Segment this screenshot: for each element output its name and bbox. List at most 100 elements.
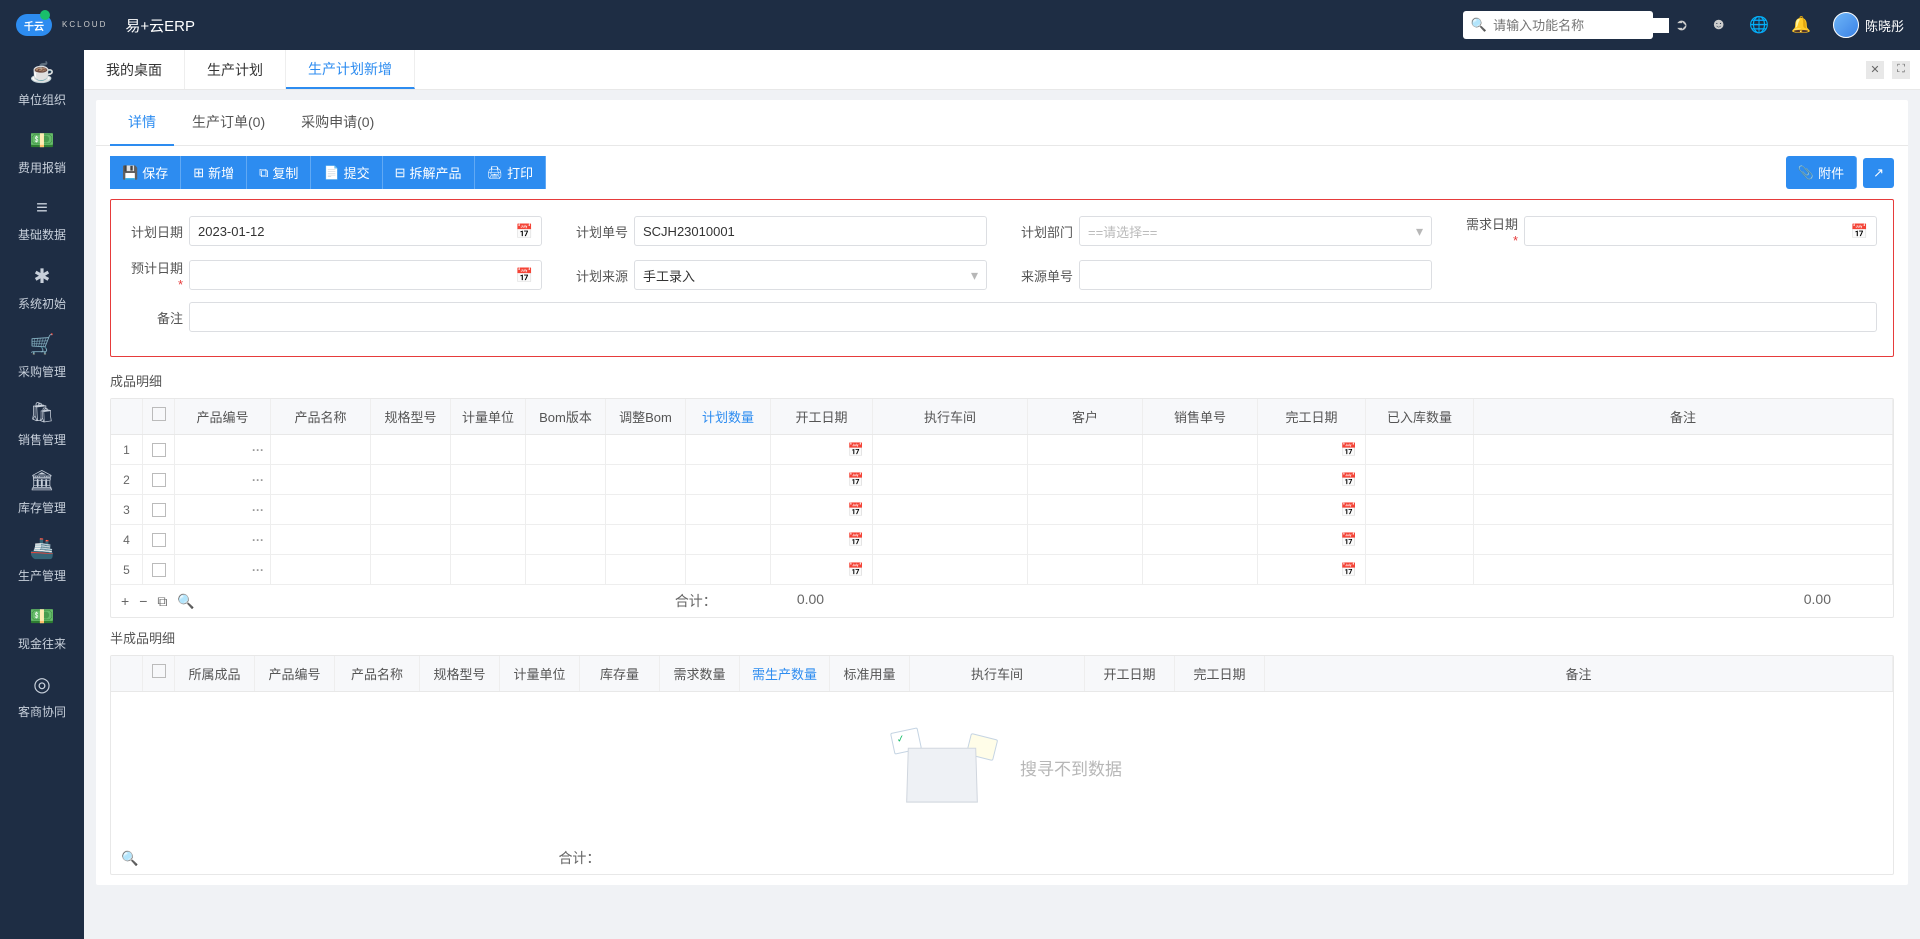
copy-button[interactable]: ⧉复制 xyxy=(247,156,311,189)
cell-in[interactable] xyxy=(1366,435,1474,464)
col-unit2[interactable]: 计量单位 xyxy=(500,656,580,691)
col-check[interactable] xyxy=(143,399,175,434)
cell-shop[interactable] xyxy=(873,435,1028,464)
cell-name[interactable] xyxy=(271,555,371,584)
cell-remark[interactable] xyxy=(1474,435,1893,464)
logo[interactable]: 千云 KCLOUD xyxy=(16,10,107,40)
col-so[interactable]: 销售单号 xyxy=(1143,399,1258,434)
col-spec2[interactable]: 规格型号 xyxy=(420,656,500,691)
cell-code[interactable]: ··· xyxy=(175,555,271,584)
compass-icon[interactable]: ➲ xyxy=(1675,15,1688,35)
cell-adj[interactable] xyxy=(606,465,686,494)
globe-icon[interactable]: 🌐 xyxy=(1749,15,1769,35)
sidebar-item-org[interactable]: ☕单位组织 xyxy=(0,50,84,118)
cell-code[interactable]: ··· xyxy=(175,435,271,464)
cell-in[interactable] xyxy=(1366,465,1474,494)
cell-so[interactable] xyxy=(1143,435,1258,464)
subtab-orders[interactable]: 生产订单(0) xyxy=(174,100,283,145)
col-workshop[interactable]: 执行车间 xyxy=(873,399,1028,434)
cell-remark[interactable] xyxy=(1474,465,1893,494)
lookup-icon[interactable]: ··· xyxy=(252,503,264,517)
cell-shop[interactable] xyxy=(873,525,1028,554)
table-row[interactable]: 4···📅📅 xyxy=(111,525,1893,555)
search-input[interactable]: 🔍 xyxy=(1463,11,1653,39)
remark-input[interactable] xyxy=(189,302,1877,332)
subtab-detail[interactable]: 详情 xyxy=(110,100,174,146)
col-check[interactable] xyxy=(143,656,175,691)
cell-shop[interactable] xyxy=(873,495,1028,524)
lookup-icon[interactable]: ··· xyxy=(252,443,264,457)
copy-row-icon[interactable]: ⧉ xyxy=(157,593,167,610)
cell-name[interactable] xyxy=(271,465,371,494)
cell-remark[interactable] xyxy=(1474,495,1893,524)
cell-cust[interactable] xyxy=(1028,465,1143,494)
print-button[interactable]: 🖨打印 xyxy=(475,156,547,189)
col-name2[interactable]: 产品名称 xyxy=(335,656,420,691)
col-spec[interactable]: 规格型号 xyxy=(371,399,451,434)
col-start[interactable]: 开工日期 xyxy=(771,399,873,434)
row-check[interactable] xyxy=(143,465,175,494)
remove-row-icon[interactable]: − xyxy=(139,593,147,609)
search-field[interactable] xyxy=(1493,18,1669,33)
cell-adj[interactable] xyxy=(606,435,686,464)
cell-start[interactable]: 📅 xyxy=(771,465,873,494)
cell-unit[interactable] xyxy=(451,495,526,524)
cell-name[interactable] xyxy=(271,435,371,464)
sidebar-item-production[interactable]: 🚢生产管理 xyxy=(0,526,84,594)
expect-date-input[interactable]: 📅 xyxy=(189,260,542,290)
cell-code[interactable]: ··· xyxy=(175,465,271,494)
cell-spec[interactable] xyxy=(371,495,451,524)
col-unit[interactable]: 计量单位 xyxy=(451,399,526,434)
sidebar-item-cash[interactable]: 💵现金往来 xyxy=(0,594,84,662)
cell-adj[interactable] xyxy=(606,555,686,584)
cell-in[interactable] xyxy=(1366,525,1474,554)
plan-date-input[interactable]: 2023-01-12📅 xyxy=(189,216,542,246)
break-button[interactable]: ⊟拆解产品 xyxy=(383,156,475,189)
cell-remark[interactable] xyxy=(1474,525,1893,554)
cell-done[interactable]: 📅 xyxy=(1258,465,1366,494)
sidebar-item-expense[interactable]: 💵费用报销 xyxy=(0,118,84,186)
col-std[interactable]: 标准用量 xyxy=(830,656,910,691)
search-row-icon[interactable]: 🔍 xyxy=(177,593,194,610)
cell-shop[interactable] xyxy=(873,555,1028,584)
cell-in[interactable] xyxy=(1366,495,1474,524)
col-code[interactable]: 产品编号 xyxy=(175,399,271,434)
cell-remark[interactable] xyxy=(1474,555,1893,584)
cell-unit[interactable] xyxy=(451,555,526,584)
sidebar-item-stock[interactable]: 🏛库存管理 xyxy=(0,458,84,526)
new-button[interactable]: ⊞新增 xyxy=(181,156,247,189)
search-row-icon[interactable]: 🔍 xyxy=(121,850,138,867)
srcno-input[interactable] xyxy=(1079,260,1432,290)
source-select[interactable]: 手工录入▾ xyxy=(634,260,987,290)
col-code2[interactable]: 产品编号 xyxy=(255,656,335,691)
row-check[interactable] xyxy=(143,555,175,584)
cell-qty[interactable] xyxy=(686,525,771,554)
cell-bom[interactable] xyxy=(526,495,606,524)
col-parent[interactable]: 所属成品 xyxy=(175,656,255,691)
cell-spec[interactable] xyxy=(371,525,451,554)
cell-so[interactable] xyxy=(1143,525,1258,554)
share-button[interactable]: ↗ xyxy=(1863,158,1894,188)
row-check[interactable] xyxy=(143,435,175,464)
cell-adj[interactable] xyxy=(606,525,686,554)
sidebar-item-sales[interactable]: 🛍销售管理 xyxy=(0,390,84,458)
row-check[interactable] xyxy=(143,495,175,524)
attach-button[interactable]: 📎附件 xyxy=(1786,156,1857,189)
expand-icon[interactable]: ⛶ xyxy=(1892,61,1910,79)
plan-no-input[interactable]: SCJH23010001 xyxy=(634,216,987,246)
cell-done[interactable]: 📅 xyxy=(1258,495,1366,524)
col-in[interactable]: 已入库数量 xyxy=(1366,399,1474,434)
cell-qty[interactable] xyxy=(686,495,771,524)
col-need[interactable]: 需求数量 xyxy=(660,656,740,691)
cell-code[interactable]: ··· xyxy=(175,495,271,524)
cell-done[interactable]: 📅 xyxy=(1258,525,1366,554)
cell-so[interactable] xyxy=(1143,495,1258,524)
col-needprod[interactable]: 需生产数量 xyxy=(740,656,830,691)
submit-button[interactable]: 📄提交 xyxy=(311,156,382,189)
tab-prodplan-new[interactable]: 生产计划新增 xyxy=(286,50,415,89)
cell-bom[interactable] xyxy=(526,525,606,554)
user-menu[interactable]: 陈晓彤 xyxy=(1833,12,1904,38)
col-rm2[interactable]: 备注 xyxy=(1265,656,1893,691)
help-icon[interactable]: ☻ xyxy=(1710,16,1727,34)
cell-spec[interactable] xyxy=(371,435,451,464)
